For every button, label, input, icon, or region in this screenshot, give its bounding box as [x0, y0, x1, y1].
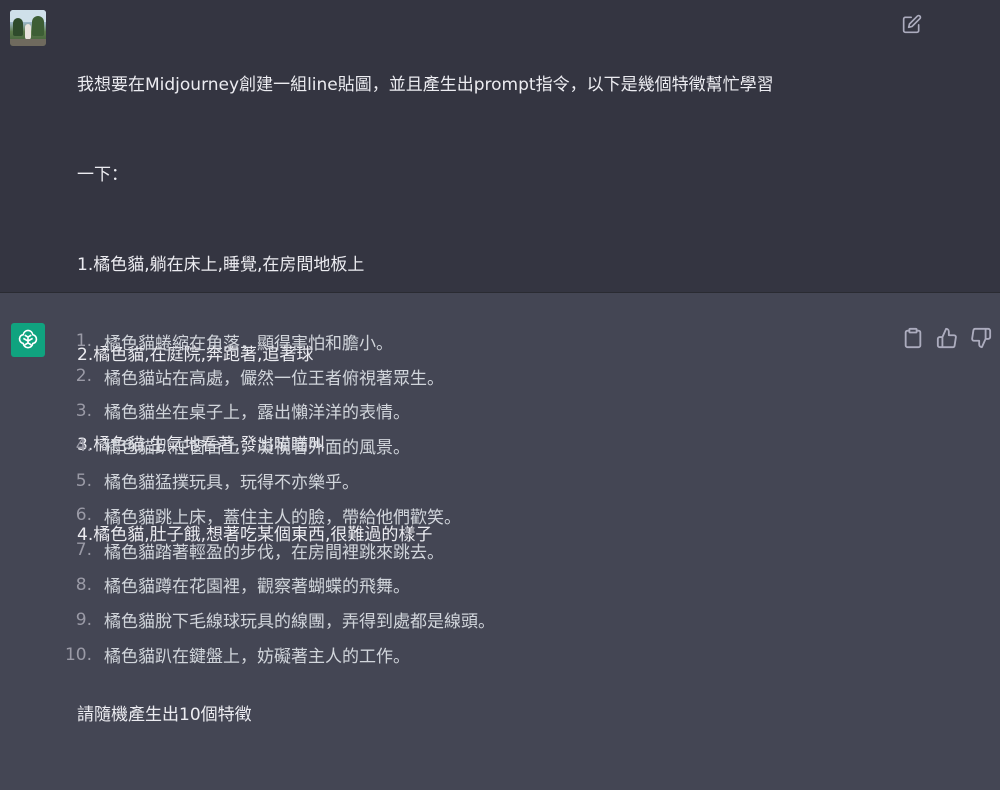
list-text: 橘色貓站在高處，儼然一位王者俯視著眾生。: [104, 368, 444, 389]
list-number: 8.: [75, 574, 92, 595]
list-item: 2. 橘色貓站在高處，儼然一位王者俯視著眾生。: [60, 359, 880, 394]
user-line: 一下：: [77, 165, 128, 185]
list-item: 9. 橘色貓脫下毛線球玩具的線團，弄得到處都是線頭。: [60, 602, 880, 637]
openai-logo-icon: [11, 323, 45, 357]
clipboard-icon[interactable]: [902, 327, 924, 349]
list-text: 橘色貓蜷縮在角落，顯得害怕和膽小。: [104, 333, 393, 354]
user-avatar: [10, 10, 46, 46]
user-message: 我想要在Midjourney創建一組line貼圖，並且產生出prompt指令，以…: [0, 0, 1000, 725]
answer-list: 1. 橘色貓蜷縮在角落，顯得害怕和膽小。 2. 橘色貓站在高處，儼然一位王者俯視…: [60, 324, 880, 672]
list-text: 橘色貓趴在鍵盤上，妨礙著主人的工作。: [104, 647, 410, 668]
list-number: 1.: [75, 331, 92, 352]
list-item: 3. 橘色貓坐在桌子上，露出懶洋洋的表情。: [60, 394, 880, 429]
list-text: 橘色貓蹲在花園裡，觀察著蝴蝶的飛舞。: [104, 577, 410, 598]
list-number: 10.: [64, 644, 92, 665]
list-number: 3.: [75, 400, 92, 421]
list-number: 9.: [75, 609, 92, 630]
user-line: 1.橘色貓,躺在床上,睡覺,在房間地板上: [77, 255, 365, 275]
list-item: 5. 橘色貓猛撲玩具，玩得不亦樂乎。: [60, 463, 880, 498]
thumbs-down-icon[interactable]: [970, 327, 992, 349]
list-number: 2.: [75, 366, 92, 387]
list-item: 6. 橘色貓跳上床，蓋住主人的臉，帶給他們歡笑。: [60, 498, 880, 533]
list-text: 橘色貓坐在桌子上，露出懶洋洋的表情。: [104, 403, 410, 424]
list-item: 1. 橘色貓蜷縮在角落，顯得害怕和膽小。: [60, 324, 880, 359]
list-number: 4.: [75, 435, 92, 456]
pencil-square-icon[interactable]: [902, 14, 922, 34]
list-number: 6.: [75, 505, 92, 526]
list-item: 8. 橘色貓蹲在花園裡，觀察著蝴蝶的飛舞。: [60, 568, 880, 603]
list-text: 橘色貓猛撲玩具，玩得不亦樂乎。: [104, 473, 359, 494]
user-line: 請隨機產生出10個特徵: [77, 705, 252, 725]
thumbs-up-icon[interactable]: [936, 327, 958, 349]
list-text: 橘色貓踏著輕盈的步伐，在房間裡跳來跳去。: [104, 542, 444, 563]
list-number: 7.: [75, 540, 92, 561]
list-text: 橘色貓趴在窗台上，凝視著外面的風景。: [104, 438, 410, 459]
list-item: 4. 橘色貓趴在窗台上，凝視著外面的風景。: [60, 428, 880, 463]
list-item: 10. 橘色貓趴在鍵盤上，妨礙著主人的工作。: [60, 637, 880, 672]
list-text: 橘色貓脫下毛線球玩具的線團，弄得到處都是線頭。: [104, 612, 495, 633]
list-item: 7. 橘色貓踏著輕盈的步伐，在房間裡跳來跳去。: [60, 533, 880, 568]
list-text: 橘色貓跳上床，蓋住主人的臉，帶給他們歡笑。: [104, 507, 461, 528]
list-number: 5.: [75, 470, 92, 491]
user-line: 我想要在Midjourney創建一組line貼圖，並且產生出prompt指令，以…: [77, 75, 774, 95]
